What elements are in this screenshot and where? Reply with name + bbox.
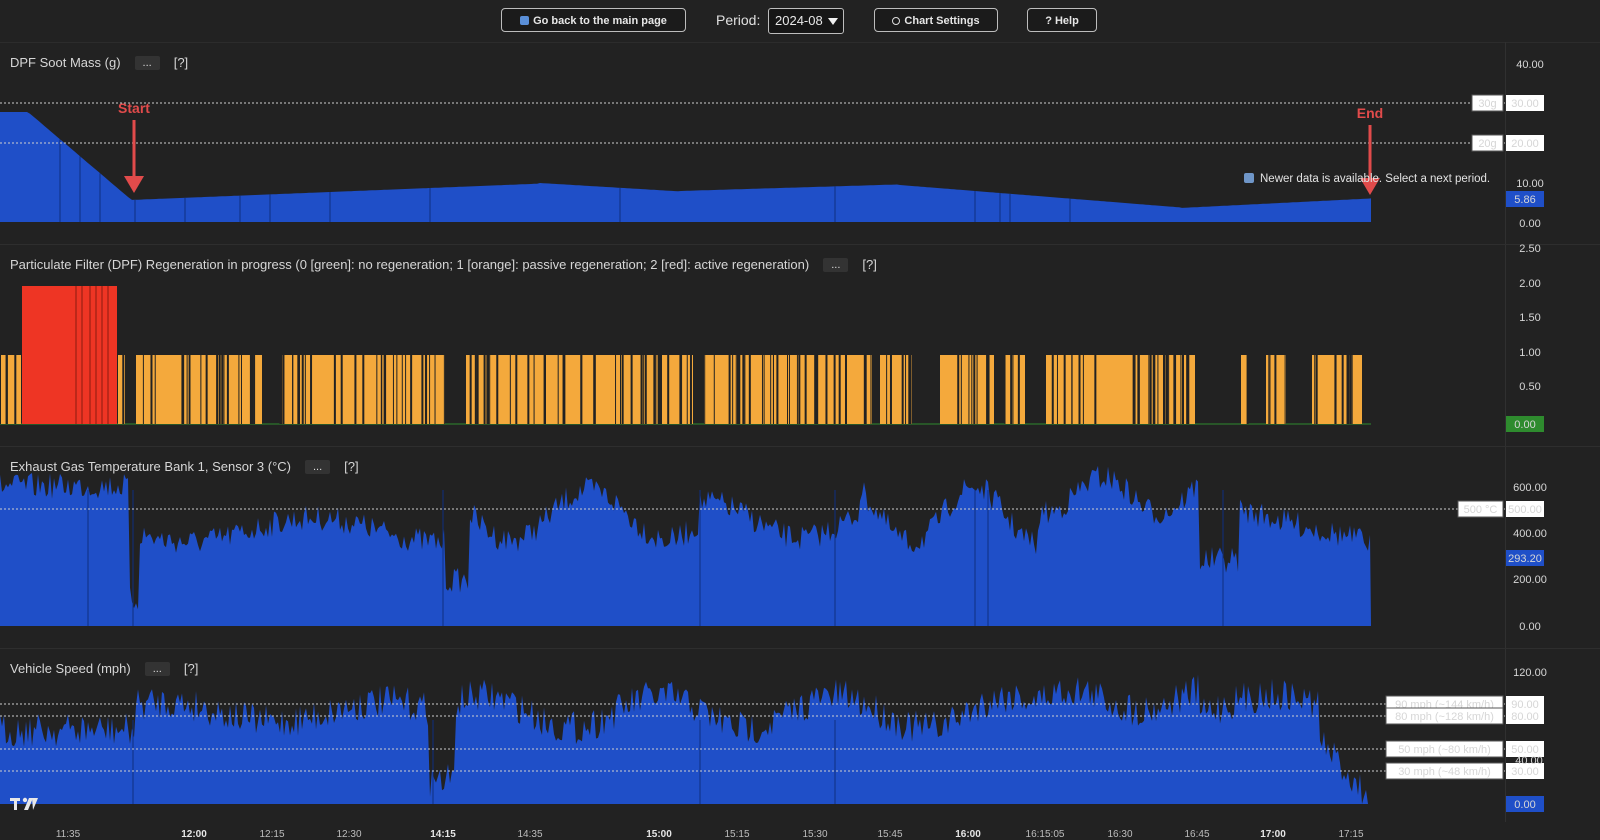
time-tick-label: 12:00 [181, 829, 207, 840]
time-tick-label: 12:15 [259, 829, 285, 840]
annotation-start-arrowhead [124, 176, 144, 193]
current-value-badge-text: 293.20 [1508, 553, 1542, 565]
regen-passive-block [1005, 355, 1025, 424]
y-tick-label: 600.00 [1513, 482, 1547, 494]
regen-passive-block [940, 355, 994, 424]
y-tick-label: 0.00 [1519, 218, 1540, 230]
annotation-start-label: Start [118, 100, 150, 116]
y-tick-label: 0.50 [1519, 381, 1540, 393]
threshold-value-text: 30.00 [1511, 766, 1539, 778]
info-icon [1244, 173, 1254, 183]
time-tick-label: 15:15 [724, 829, 750, 840]
soot-area-series [0, 112, 1371, 222]
time-axis[interactable]: 11:35 12:00 12:15 12:30 14:15 14:35 15:00 15:15… [0, 822, 1600, 840]
y-tick-label: 2.50 [1519, 243, 1540, 255]
y-tick-label: 1.00 [1519, 347, 1540, 359]
time-tick-label: 11:35 [55, 829, 81, 840]
time-tick-label: 17:00 [1260, 829, 1286, 840]
exhaust-temp-area-series [0, 465, 1371, 626]
time-tick-label: 16:00 [955, 829, 981, 840]
tradingview-logo-icon[interactable] [10, 796, 40, 812]
regen-passive-block [1046, 355, 1195, 424]
y-tick-label: 120.00 [1513, 667, 1547, 679]
notice-text: Newer data is available. Select a next p… [1260, 173, 1491, 185]
y-tick-label: 200.00 [1513, 574, 1547, 586]
threshold-label-text: 30g [1478, 98, 1496, 110]
y-tick-label: 0.00 [1519, 621, 1540, 633]
newer-data-notice: Newer data is available. Select a next p… [1244, 173, 1490, 185]
time-tick-label: 12:30 [336, 829, 362, 840]
regen-active-block [22, 286, 117, 424]
threshold-value-text: 80.00 [1511, 711, 1539, 723]
time-tick-label: 17:15 [1338, 829, 1364, 840]
threshold-label-text: 30 mph (~48 km/h) [1398, 766, 1491, 778]
y-tick-label: 2.00 [1519, 278, 1540, 290]
time-tick-label: 15:45 [877, 829, 903, 840]
current-value-badge-text: 0.00 [1514, 799, 1535, 811]
y-tick-label: 40.00 [1516, 59, 1544, 71]
y-tick-label: 10.00 [1516, 178, 1544, 190]
y-tick-label: 400.00 [1513, 528, 1547, 540]
time-tick-label: 14:35 [517, 829, 543, 840]
time-tick-label: 14:15 [430, 829, 456, 840]
time-tick-label: 16:15:05 [1025, 829, 1065, 840]
time-tick-label: 16:30 [1107, 829, 1133, 840]
threshold-value-text: 30.00 [1511, 98, 1539, 110]
threshold-label-text: 20g [1478, 138, 1496, 150]
regen-passive-block [1312, 355, 1362, 424]
regen-passive-block [880, 355, 912, 424]
vehicle-speed-area-series [0, 674, 1371, 804]
threshold-value-text: 500.00 [1508, 504, 1542, 516]
y-tick-label: 40.00 [1515, 755, 1543, 767]
time-tick-label: 15:00 [646, 829, 672, 840]
threshold-label-text: 50 mph (~80 km/h) [1398, 744, 1491, 756]
y-tick-label: 1.50 [1519, 312, 1540, 324]
time-tick-label: 16:45 [1184, 829, 1210, 840]
current-value-badge-text: 5.86 [1514, 194, 1535, 206]
regen-passive-block [0, 355, 21, 424]
threshold-label-text: 80 mph (~128 km/h) [1395, 711, 1494, 723]
threshold-label-text: 500 °C [1464, 504, 1498, 516]
time-tick-label: 15:30 [802, 829, 828, 840]
chart-canvas[interactable]: 30g 20g 30.00 20.00 40.00 10.00 0.00 5.86 Start E… [0, 0, 1600, 822]
annotation-end-label: End [1357, 105, 1383, 121]
threshold-value-text: 20.00 [1511, 138, 1539, 150]
current-value-badge-text: 0.00 [1514, 419, 1535, 431]
